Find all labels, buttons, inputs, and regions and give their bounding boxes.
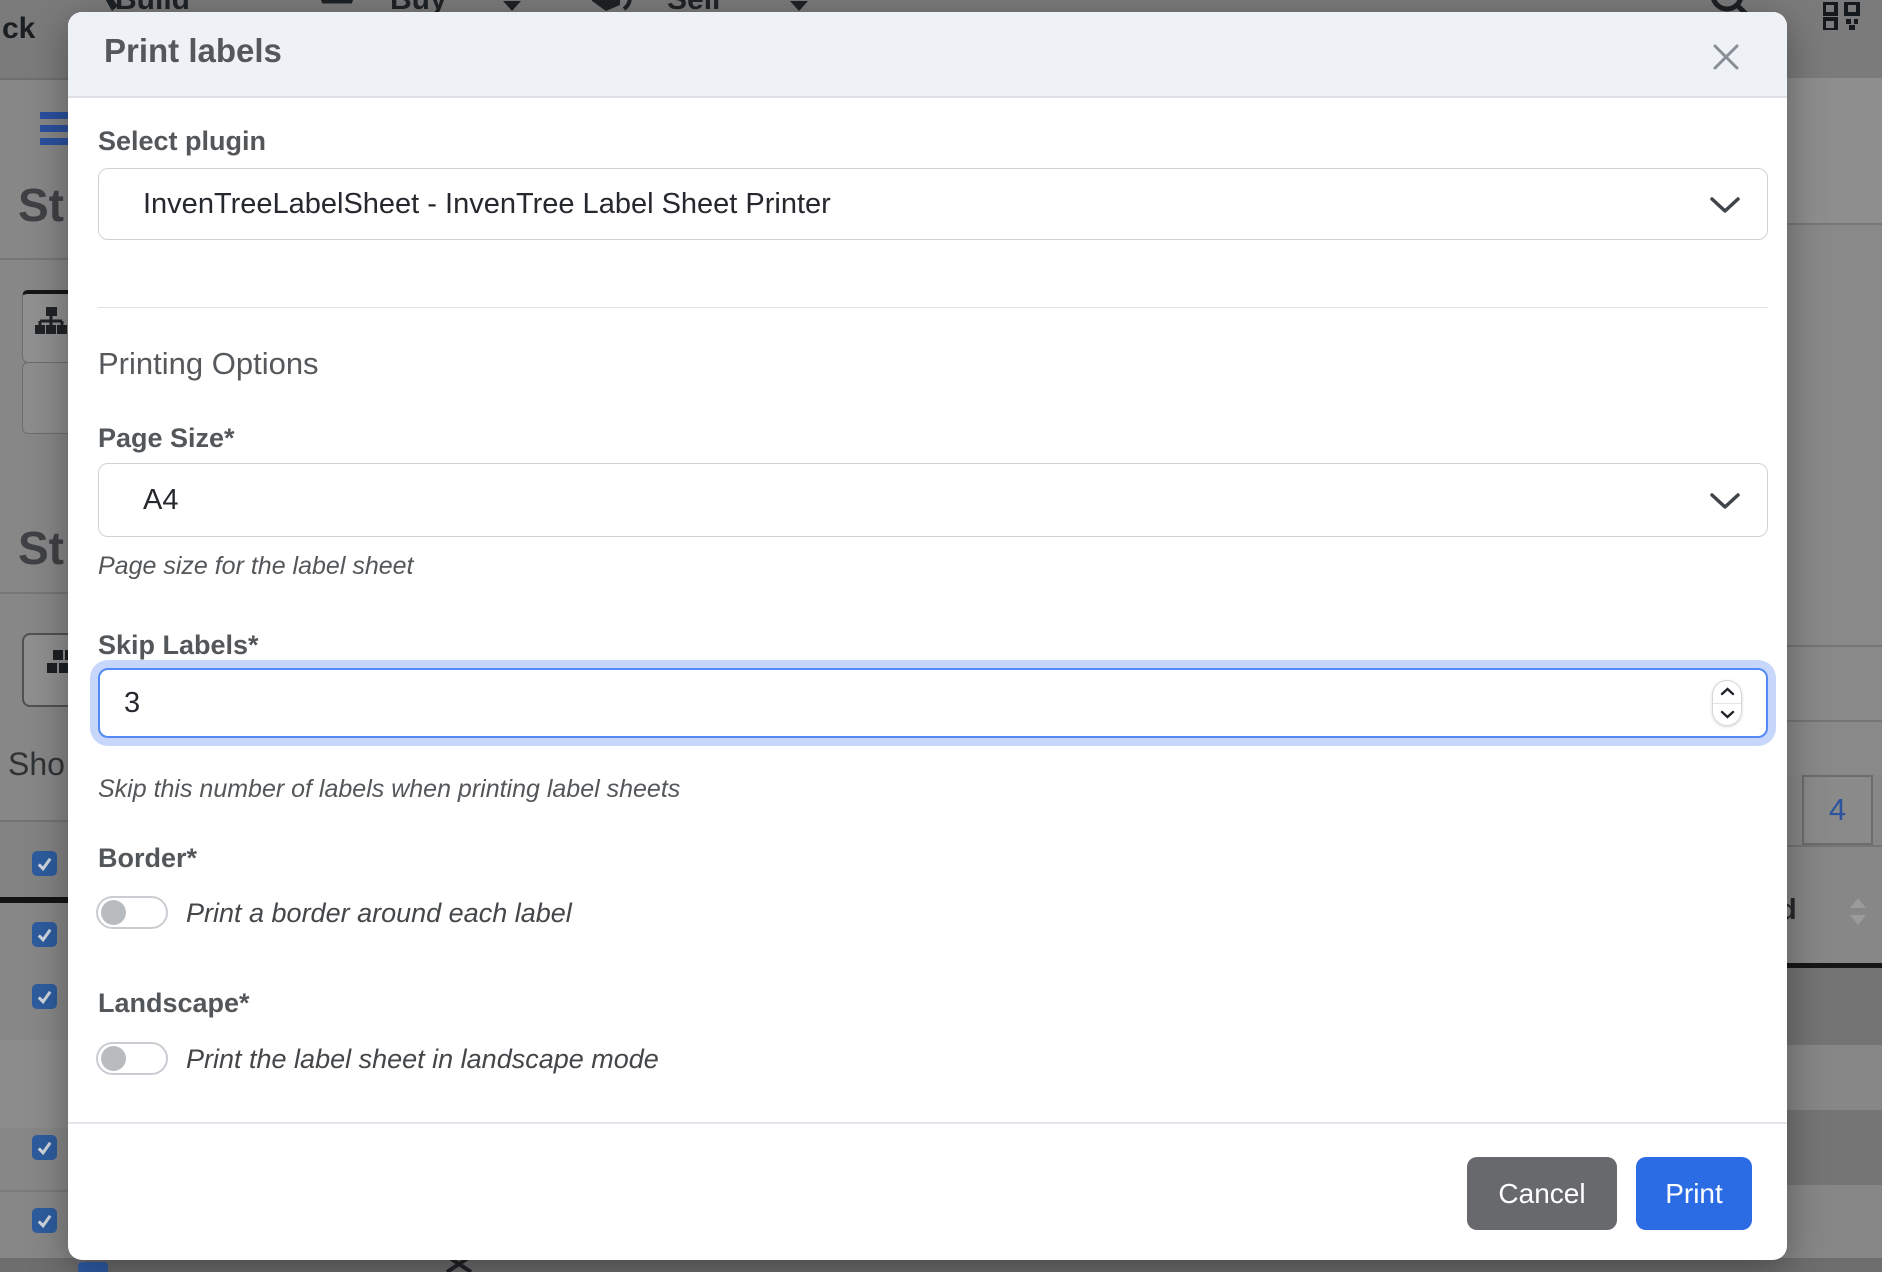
badge-partial	[78, 1262, 108, 1272]
select-plugin-label: Select plugin	[98, 126, 266, 157]
pagination-page-button: 4	[1802, 775, 1873, 845]
plugin-select-value: InvenTreeLabelSheet - InvenTree Label Sh…	[143, 188, 831, 221]
stepper-down-icon[interactable]	[1713, 704, 1741, 726]
border-label: Border*	[98, 843, 197, 874]
print-labels-dialog: Print labels Select plugin InvenTreeLabe…	[68, 12, 1787, 1260]
qr-scan-icon	[1823, 2, 1863, 30]
plugin-select[interactable]: InvenTreeLabelSheet - InvenTree Label Sh…	[98, 168, 1768, 240]
cancel-button[interactable]: Cancel	[1467, 1157, 1617, 1230]
number-stepper[interactable]	[1712, 680, 1742, 726]
sell-caret-icon	[790, 1, 808, 11]
row-checkbox	[32, 922, 57, 947]
skip-labels-input[interactable]	[98, 668, 1768, 738]
section-heading-partial: St	[18, 521, 64, 575]
close-icon[interactable]	[1709, 40, 1743, 74]
landscape-help: Print the label sheet in landscape mode	[186, 1044, 659, 1075]
cart-icon	[310, 0, 356, 12]
chevron-down-icon	[1709, 492, 1741, 511]
section-divider	[98, 307, 1768, 308]
skip-labels-label: Skip Labels*	[98, 630, 259, 661]
page-size-select[interactable]: A4	[98, 463, 1768, 537]
buy-caret-icon	[503, 1, 521, 11]
showing-text-partial: Sho	[8, 746, 65, 783]
tag-icon	[590, 0, 634, 12]
screen: ck Build Buy Sell St St Sho	[0, 0, 1882, 1272]
chevron-down-icon	[1709, 196, 1741, 215]
row-checkbox	[32, 1135, 57, 1160]
navbar-stock-label-partial: ck	[2, 12, 35, 46]
printing-options-title: Printing Options	[98, 346, 319, 382]
stepper-up-icon[interactable]	[1713, 681, 1741, 704]
toggle-knob	[101, 1046, 126, 1071]
bottom-table-strip	[0, 1258, 1882, 1272]
page-heading-partial: St	[18, 178, 64, 232]
landscape-label: Landscape*	[98, 988, 250, 1019]
dialog-header	[68, 12, 1787, 98]
page-size-value: A4	[143, 484, 178, 517]
print-button[interactable]: Print	[1636, 1157, 1752, 1230]
sitemap-icon	[34, 306, 68, 340]
border-help: Print a border around each label	[186, 898, 572, 929]
border-toggle[interactable]	[96, 896, 168, 929]
landscape-toggle[interactable]	[96, 1042, 168, 1075]
row-checkbox	[32, 984, 57, 1009]
page-size-help: Page size for the label sheet	[98, 552, 413, 581]
dialog-title: Print labels	[104, 32, 282, 70]
footer-divider	[68, 1122, 1787, 1124]
page-size-label: Page Size*	[98, 423, 235, 454]
row-checkbox	[32, 1208, 57, 1233]
skip-labels-help: Skip this number of labels when printing…	[98, 775, 680, 804]
toggle-knob	[101, 900, 126, 925]
select-all-checkbox	[32, 851, 57, 876]
sort-asc-icon	[1850, 898, 1866, 908]
sort-desc-icon	[1850, 915, 1866, 925]
